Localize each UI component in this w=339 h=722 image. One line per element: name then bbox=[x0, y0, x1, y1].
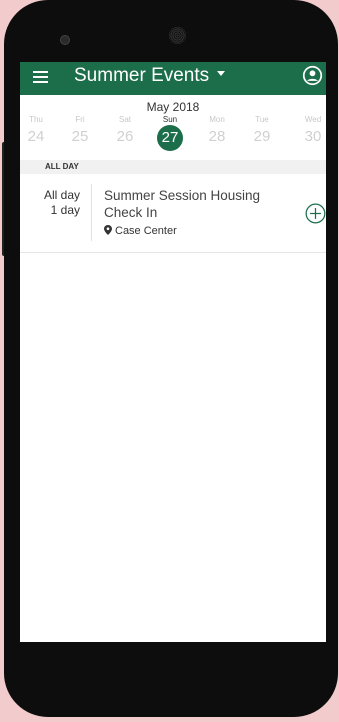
menu-icon[interactable] bbox=[33, 71, 48, 83]
day-name: Sun bbox=[162, 115, 178, 124]
day-sat[interactable]: Sat 26 bbox=[105, 114, 145, 145]
day-number: 26 bbox=[116, 128, 134, 145]
day-fri[interactable]: Fri 25 bbox=[60, 114, 100, 145]
camera-icon bbox=[60, 35, 70, 45]
day-number: 24 bbox=[27, 128, 45, 145]
day-mon[interactable]: Mon 28 bbox=[197, 114, 237, 145]
day-sun-selected[interactable]: Sun 27 bbox=[150, 114, 190, 151]
app-title: Summer Events bbox=[74, 65, 210, 86]
event-divider bbox=[91, 184, 92, 241]
event-location-label: Case Center bbox=[115, 225, 177, 237]
day-number: 30 bbox=[304, 128, 322, 145]
day-name: Thu bbox=[29, 115, 43, 124]
day-number: 28 bbox=[208, 128, 226, 145]
day-number: 25 bbox=[71, 128, 89, 145]
day-number: 27 bbox=[157, 125, 183, 151]
day-name: Wed bbox=[304, 115, 322, 124]
app-screen: Summer Events May 2018 Thu 24 Fri 25 Sat… bbox=[20, 62, 326, 642]
day-name: Tue bbox=[255, 115, 269, 124]
map-pin-icon bbox=[104, 225, 112, 235]
day-name: Sat bbox=[118, 115, 131, 124]
event-time-label: All day bbox=[43, 188, 80, 202]
app-bar: Summer Events bbox=[20, 62, 326, 95]
day-tue[interactable]: Tue 29 bbox=[242, 114, 282, 145]
event-title: Summer Session Housing Check In bbox=[104, 188, 261, 220]
event-duration: 1 day bbox=[50, 203, 80, 217]
dropdown-caret-icon bbox=[217, 71, 226, 77]
add-circle-icon[interactable] bbox=[305, 203, 326, 224]
event-location: Case Center bbox=[104, 225, 177, 237]
day-number: 29 bbox=[253, 128, 271, 145]
month-label: May 2018 bbox=[146, 100, 200, 114]
day-name: Fri bbox=[75, 115, 85, 124]
account-circle-icon[interactable] bbox=[302, 65, 323, 86]
event-item[interactable]: All day 1 day Summer Session Housing Che… bbox=[20, 174, 326, 253]
calendar-selector[interactable]: Summer Events bbox=[74, 65, 226, 87]
speaker-icon bbox=[169, 27, 186, 44]
event-time: All day 1 day bbox=[44, 188, 80, 218]
day-wed[interactable]: Wed 30 bbox=[293, 114, 326, 145]
day-strip: Thu 24 Fri 25 Sat 26 Sun 27 Mon 28 Tue 2… bbox=[20, 114, 326, 160]
day-name: Mon bbox=[209, 115, 225, 124]
day-thu[interactable]: Thu 24 bbox=[20, 114, 56, 145]
all-day-section-header: ALL DAY bbox=[20, 160, 326, 174]
